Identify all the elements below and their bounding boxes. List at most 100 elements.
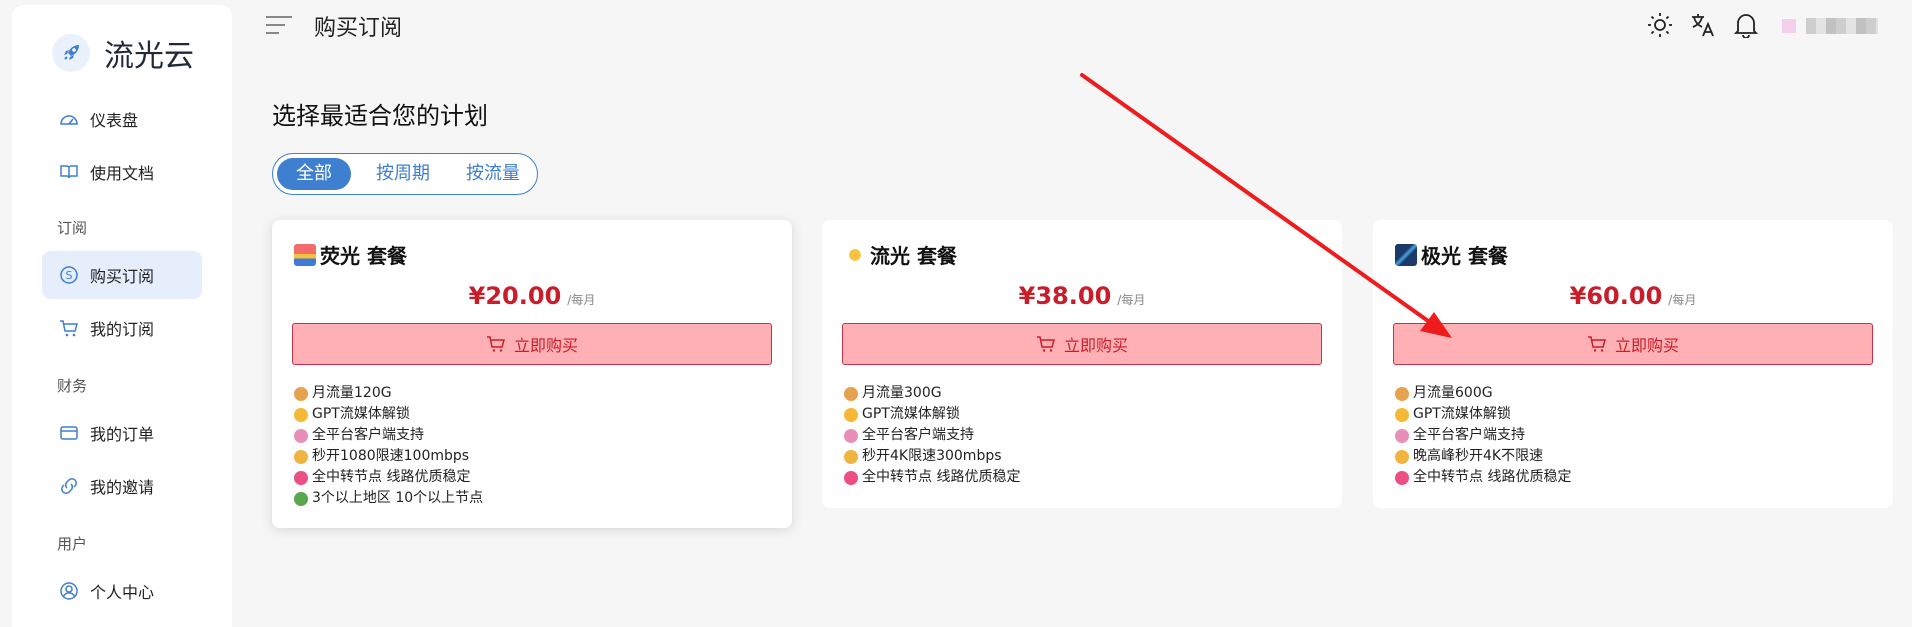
feature-item: 全平台客户端支持 <box>294 425 483 446</box>
feature-item: 全平台客户端支持 <box>844 425 1020 446</box>
feature-item: 秒开4K限速300mbps <box>844 446 1020 467</box>
plan-price: ¥20.00 <box>468 282 562 310</box>
plan-name: 流光 套餐 <box>870 244 957 268</box>
plan-period: /每月 <box>1117 293 1146 307</box>
sidebar-item-label: 我的邀请 <box>90 478 155 497</box>
plan-price: ¥60.00 <box>1569 282 1663 310</box>
party-popper-icon <box>294 386 308 401</box>
sidebar-item-my-orders[interactable]: 我的订单 <box>42 409 202 457</box>
plan-period: /每月 <box>567 293 596 307</box>
cart-icon <box>1036 336 1055 352</box>
page-title: 购买订阅 <box>314 16 403 41</box>
page-heading: 选择最适合您的计划 <box>272 102 488 130</box>
user-name-redacted <box>1806 18 1878 34</box>
nav-group-finance: 财务 <box>57 377 88 395</box>
sparkles-emoji-icon <box>844 243 866 266</box>
hand-icon <box>294 449 308 464</box>
sidebar-item-profile[interactable]: 个人中心 <box>42 567 202 615</box>
invite-icon <box>58 475 80 497</box>
brand[interactable]: 流光云 <box>52 31 194 75</box>
plan-card-aurora: 极光 套餐 ¥60.00/每月 立即购买 月流量600G GPT流媒体解锁 全平… <box>1373 220 1893 508</box>
user-circle-icon <box>58 580 80 602</box>
plan-features: 月流量600G GPT流媒体解锁 全平台客户端支持 晚高峰秒开4K不限速 全中转… <box>1395 383 1571 488</box>
hand-icon <box>844 449 858 464</box>
translate-icon[interactable] <box>1688 10 1718 40</box>
theme-sun-icon[interactable] <box>1645 10 1675 40</box>
sidebar-item-docs[interactable]: 使用文档 <box>42 148 202 196</box>
buy-now-button[interactable]: 立即购买 <box>292 323 772 365</box>
sidebar-item-label: 我的订单 <box>90 425 155 444</box>
plan-features: 月流量300G GPT流媒体解锁 全平台客户端支持 秒开4K限速300mbps … <box>844 383 1020 488</box>
syringe-icon <box>294 428 308 443</box>
smile-emoji-icon <box>294 407 308 422</box>
book-icon <box>58 161 80 183</box>
hand-icon <box>1395 449 1409 464</box>
dashboard-icon <box>58 108 80 130</box>
feature-item: 全中转节点 线路优质稳定 <box>294 467 483 488</box>
tab-all[interactable]: 全部 <box>277 158 351 190</box>
feature-item: 3个以上地区 10个以上节点 <box>294 488 483 509</box>
hearts-icon <box>844 470 858 485</box>
svg-text:S: S <box>66 269 73 282</box>
feature-item: GPT流媒体解锁 <box>294 404 483 425</box>
notification-bell-icon[interactable] <box>1731 10 1761 40</box>
sidebar-item-dashboard[interactable]: 仪表盘 <box>42 95 202 143</box>
sidebar-item-label: 使用文档 <box>90 164 155 183</box>
tab-by-period[interactable]: 按周期 <box>363 158 443 190</box>
feature-item: GPT流媒体解锁 <box>1395 404 1571 425</box>
feature-item: 晚高峰秒开4K不限速 <box>1395 446 1571 467</box>
sidebar: 流光云 仪表盘 使用文档 订阅 S 购买订阅 我的订阅 财务 我的订单 我的邀请… <box>12 5 232 627</box>
wallet-icon <box>58 422 80 444</box>
sidebar-item-buy-subscription[interactable]: S 购买订阅 <box>42 251 202 299</box>
user-avatar-menu[interactable] <box>1770 13 1880 43</box>
plan-period: /每月 <box>1668 293 1697 307</box>
hearts-icon <box>1395 470 1409 485</box>
buy-now-label: 立即购买 <box>513 336 578 355</box>
buy-now-label: 立即购买 <box>1063 336 1128 355</box>
plan-filter-tabs: 全部 按周期 按流量 <box>272 153 538 195</box>
feature-item: GPT流媒体解锁 <box>844 404 1020 425</box>
feature-item: 秒开1080限速100mbps <box>294 446 483 467</box>
sidebar-item-label: 购买订阅 <box>90 267 155 286</box>
buy-now-button[interactable]: 立即购买 <box>1393 323 1873 365</box>
cart-icon <box>486 336 505 352</box>
tab-by-traffic[interactable]: 按流量 <box>453 158 533 190</box>
menu-toggle-icon[interactable] <box>265 14 293 36</box>
buy-now-label: 立即购买 <box>1614 336 1679 355</box>
feature-item: 月流量120G <box>294 383 483 404</box>
plan-name: 荧光 套餐 <box>320 244 407 268</box>
smile-emoji-icon <box>1395 407 1409 422</box>
plan-name: 极光 套餐 <box>1421 244 1508 268</box>
feature-item: 月流量600G <box>1395 383 1571 404</box>
smile-emoji-icon <box>844 407 858 422</box>
cart-icon <box>58 317 80 339</box>
feature-item: 全平台客户端支持 <box>1395 425 1571 446</box>
rocket-logo-icon <box>52 34 90 72</box>
nav-group-user: 用户 <box>57 535 88 553</box>
syringe-icon <box>1395 428 1409 443</box>
plant-icon <box>294 491 308 506</box>
syringe-icon <box>844 428 858 443</box>
sidebar-item-label: 仪表盘 <box>90 111 139 130</box>
party-popper-icon <box>844 386 858 401</box>
sidebar-item-my-invites[interactable]: 我的邀请 <box>42 462 202 510</box>
plan-card-streamer: 流光 套餐 ¥38.00/每月 立即购买 月流量300G GPT流媒体解锁 全平… <box>822 220 1342 508</box>
nav-group-subscribe: 订阅 <box>57 219 88 237</box>
sidebar-item-label: 我的订阅 <box>90 320 155 339</box>
brand-name: 流光云 <box>104 39 194 74</box>
sidebar-item-my-subscription[interactable]: 我的订阅 <box>42 304 202 352</box>
plan-price: ¥38.00 <box>1018 282 1112 310</box>
dollar-circle-icon: S <box>58 264 80 286</box>
plan-card-fluorescent: 荧光 套餐 ¥20.00/每月 立即购买 月流量120G GPT流媒体解锁 全平… <box>272 220 792 528</box>
feature-item: 全中转节点 线路优质稳定 <box>1395 467 1571 488</box>
sunrise-emoji-icon <box>294 243 316 266</box>
party-popper-icon <box>1395 386 1409 401</box>
feature-item: 月流量300G <box>844 383 1020 404</box>
hearts-icon <box>294 470 308 485</box>
aurora-emoji-icon <box>1395 243 1417 266</box>
sidebar-item-label: 个人中心 <box>90 583 155 602</box>
avatar <box>1782 19 1796 33</box>
plan-features: 月流量120G GPT流媒体解锁 全平台客户端支持 秒开1080限速100mbp… <box>294 383 483 509</box>
buy-now-button[interactable]: 立即购买 <box>842 323 1322 365</box>
feature-item: 全中转节点 线路优质稳定 <box>844 467 1020 488</box>
